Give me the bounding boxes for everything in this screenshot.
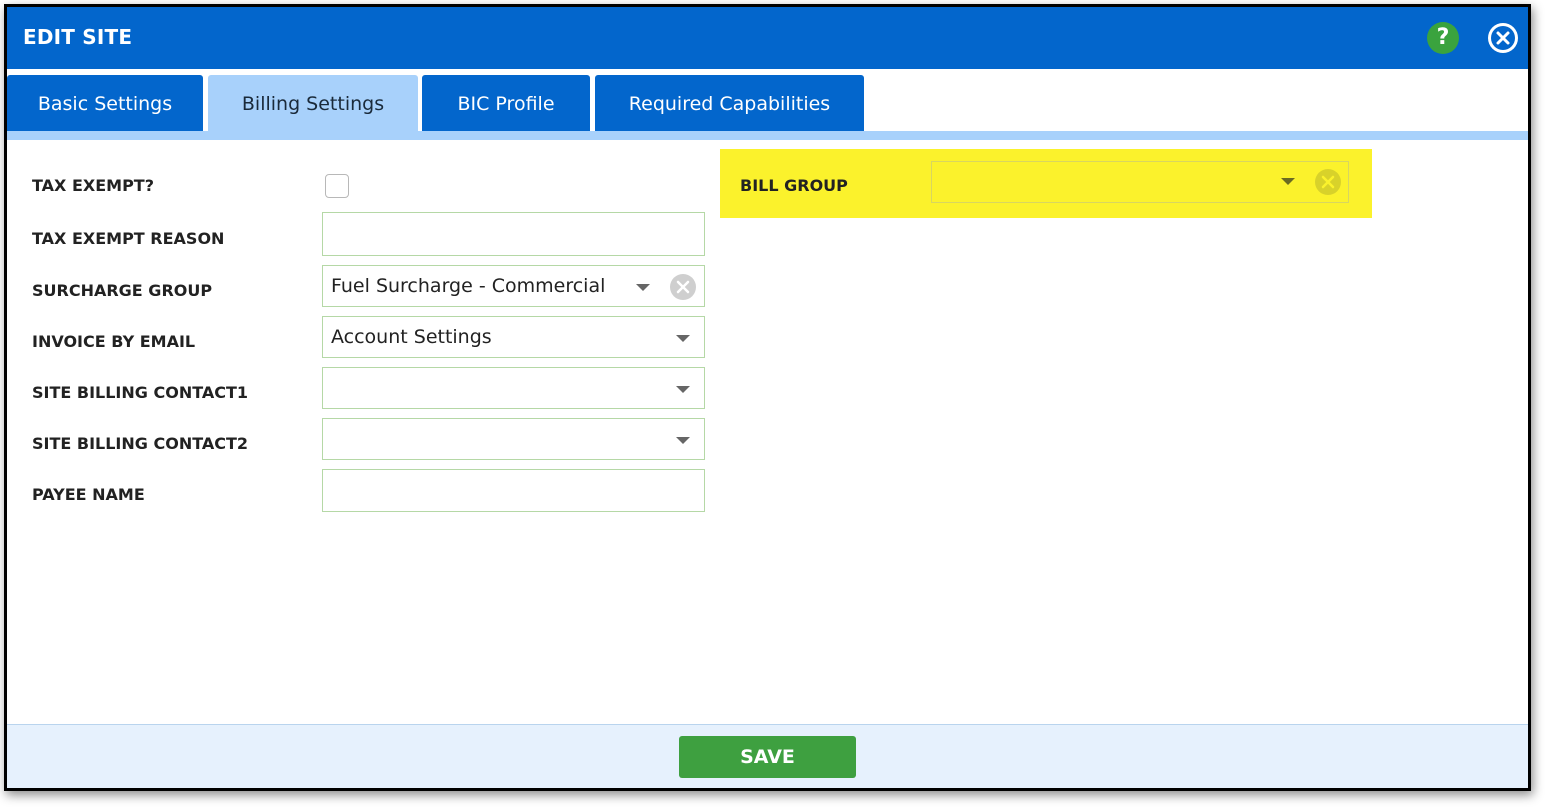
tax-exempt-reason-input[interactable] — [322, 212, 705, 256]
tab-basic-settings[interactable]: Basic Settings — [7, 75, 203, 131]
tab-billing-settings[interactable]: Billing Settings — [208, 75, 418, 137]
site-billing-contact2-select[interactable] — [322, 418, 705, 460]
edit-site-dialog: EDIT SITE ? Basic Settings Billing Setti… — [4, 4, 1531, 791]
tab-bic-profile[interactable]: BIC Profile — [422, 75, 590, 131]
tax-exempt-reason-label: TAX EXEMPT REASON — [32, 229, 225, 248]
tax-exempt-label: TAX EXEMPT? — [32, 176, 154, 195]
tab-underline — [7, 131, 1528, 140]
tab-bar: Basic Settings Billing Settings BIC Prof… — [7, 69, 1528, 144]
tab-required-capabilities[interactable]: Required Capabilities — [595, 75, 864, 131]
surcharge-group-label: SURCHARGE GROUP — [32, 281, 213, 300]
dialog-title: EDIT SITE — [23, 25, 133, 49]
invoice-by-email-label: INVOICE BY EMAIL — [32, 332, 196, 351]
clear-icon[interactable] — [1315, 169, 1341, 195]
dialog-footer: SAVE — [7, 724, 1528, 788]
payee-name-label: PAYEE NAME — [32, 485, 145, 504]
chevron-down-icon[interactable] — [676, 335, 690, 342]
clear-icon[interactable] — [670, 274, 696, 300]
surcharge-group-select[interactable]: Fuel Surcharge - Commercial — [322, 265, 705, 307]
bill-group-select[interactable] — [931, 161, 1349, 203]
tax-exempt-checkbox[interactable] — [325, 174, 349, 198]
dialog-header: EDIT SITE ? — [7, 7, 1528, 69]
chevron-down-icon[interactable] — [636, 284, 650, 291]
site-billing-contact1-label: SITE BILLING CONTACT1 — [32, 383, 249, 402]
help-icon[interactable]: ? — [1427, 22, 1459, 54]
chevron-down-icon[interactable] — [1281, 178, 1295, 185]
close-icon[interactable] — [1488, 23, 1518, 53]
surcharge-group-value: Fuel Surcharge - Commercial — [331, 275, 606, 297]
save-button[interactable]: SAVE — [679, 736, 856, 778]
bill-group-highlight: BILL GROUP — [720, 149, 1372, 218]
invoice-by-email-select[interactable]: Account Settings — [322, 316, 705, 358]
chevron-down-icon[interactable] — [676, 437, 690, 444]
payee-name-input[interactable] — [322, 469, 705, 512]
bill-group-label: BILL GROUP — [740, 176, 848, 195]
site-billing-contact1-select[interactable] — [322, 367, 705, 409]
site-billing-contact2-label: SITE BILLING CONTACT2 — [32, 434, 249, 453]
invoice-by-email-value: Account Settings — [331, 326, 492, 348]
chevron-down-icon[interactable] — [676, 386, 690, 393]
